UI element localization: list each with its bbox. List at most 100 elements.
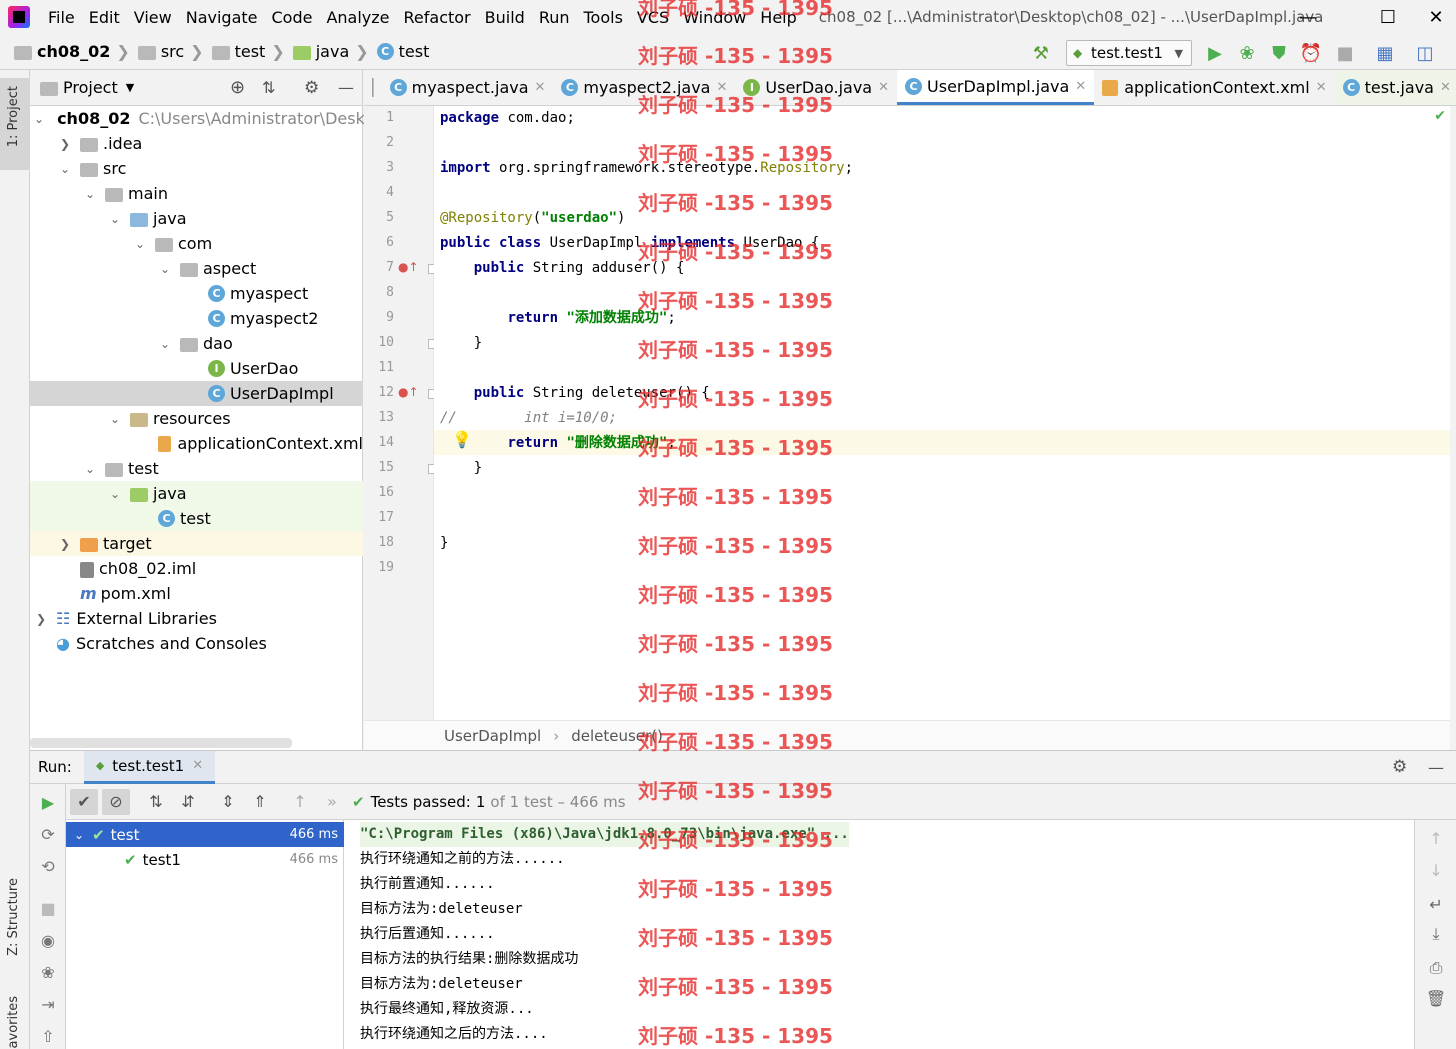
- menu-code[interactable]: Code: [272, 8, 313, 27]
- console-output[interactable]: "C:\Program Files (x86)\Java\jdk1.8.0_73…: [344, 820, 1414, 1049]
- close-window-icon[interactable]: ✕: [1416, 4, 1456, 30]
- close-tab-icon[interactable]: ✕: [716, 80, 727, 95]
- project-structure-icon[interactable]: ▦: [1374, 42, 1396, 64]
- code-line-15[interactable]: }: [440, 456, 482, 481]
- code-line-9[interactable]: return "添加数据成功";: [440, 306, 675, 331]
- project-view-selector[interactable]: Project: [63, 78, 118, 97]
- code-line-3[interactable]: import org.springframework.stereotype.Re…: [440, 156, 853, 181]
- intention-bulb-icon[interactable]: 💡: [452, 430, 472, 449]
- code-line-10[interactable]: }: [440, 331, 482, 356]
- menu-refactor[interactable]: Refactor: [404, 8, 471, 27]
- chevron-down-icon[interactable]: ⌄: [108, 212, 122, 226]
- tree-node-idea[interactable]: ❯ .idea: [30, 131, 363, 156]
- test-suite-row[interactable]: ⌄ ✔ test 466 ms: [66, 822, 344, 847]
- menu-file[interactable]: File: [48, 8, 75, 27]
- scroll-down-icon[interactable]: ↓: [1424, 858, 1448, 882]
- stop-icon[interactable]: ■: [36, 896, 60, 920]
- debug-gear-icon[interactable]: ❀: [36, 960, 60, 984]
- inspection-ok-icon[interactable]: ✔: [1434, 108, 1446, 124]
- tab-applicationcontext[interactable]: applicationContext.xml ✕: [1094, 70, 1334, 105]
- settings-gear-icon[interactable]: ⚙: [304, 78, 319, 98]
- collapse-all-icon[interactable]: ⇅: [262, 78, 275, 97]
- tree-node-myaspect[interactable]: C myaspect: [30, 281, 363, 306]
- project-tool-window-button[interactable]: 1: Project: [0, 78, 30, 170]
- tree-node-test-class[interactable]: C test: [30, 506, 363, 531]
- chevron-down-icon[interactable]: ⌄: [83, 462, 97, 476]
- tree-node-userdao[interactable]: I UserDao: [30, 356, 363, 381]
- tree-node-userdapimpl[interactable]: C UserDapImpl: [30, 381, 363, 406]
- breadcrumb-test[interactable]: test ❯: [211, 42, 289, 61]
- chevron-down-icon[interactable]: ⌄: [158, 262, 172, 276]
- implements-method-icon[interactable]: ●↑: [398, 385, 419, 399]
- tree-node-aspect[interactable]: ⌄ aspect: [30, 256, 363, 281]
- exit-icon[interactable]: ⇥: [36, 992, 60, 1016]
- chevron-down-icon[interactable]: ⌄: [83, 187, 97, 201]
- toggle-auto-test-icon[interactable]: ⟲: [36, 854, 60, 878]
- tabs-scroll-left[interactable]: │: [364, 70, 382, 105]
- chevron-right-icon[interactable]: ❯: [58, 537, 72, 551]
- close-tab-icon[interactable]: ✕: [878, 80, 889, 95]
- scroll-to-end-icon[interactable]: ⤓: [1424, 922, 1448, 946]
- menu-build[interactable]: Build: [485, 8, 525, 27]
- chevron-down-icon[interactable]: ⌄: [108, 412, 122, 426]
- sort-by-duration-icon[interactable]: ⇵: [174, 789, 202, 815]
- code-line-14[interactable]: return "删除数据成功";: [440, 431, 675, 456]
- code-line-12[interactable]: public String deleteuser() {: [440, 381, 710, 406]
- tree-node-iml[interactable]: ch08_02.iml: [30, 556, 363, 581]
- collapse-all-icon[interactable]: ⇑: [246, 789, 274, 815]
- breadcrumb-method[interactable]: deleteuser(): [571, 727, 663, 745]
- structure-tool-window-button[interactable]: Z: Structure: [6, 878, 21, 956]
- chevron-down-icon[interactable]: ⌄: [133, 237, 147, 251]
- close-tab-icon[interactable]: ✕: [535, 80, 546, 95]
- toggle-panel-icon[interactable]: ◫: [1414, 42, 1436, 64]
- tree-node-external-libraries[interactable]: ❯ ☷ External Libraries: [30, 606, 363, 631]
- camera-icon[interactable]: ◉: [36, 928, 60, 952]
- scroll-up-icon[interactable]: ↑: [1424, 826, 1448, 850]
- more-actions-icon[interactable]: »: [318, 789, 346, 815]
- tree-node-dao[interactable]: ⌄ dao: [30, 331, 363, 356]
- chevron-down-icon[interactable]: ▼: [126, 81, 134, 94]
- tree-node-main[interactable]: ⌄ main: [30, 181, 363, 206]
- menu-navigate[interactable]: Navigate: [186, 8, 258, 27]
- test-case-row[interactable]: ✔ test1 466 ms: [66, 847, 344, 872]
- breadcrumb-project[interactable]: ch08_02 ❯: [14, 42, 134, 61]
- run-tab[interactable]: ◆ test.test1 ✕: [83, 750, 216, 784]
- chevron-right-icon[interactable]: ❯: [58, 137, 72, 151]
- code-line-18[interactable]: }: [440, 531, 448, 556]
- minimize-icon[interactable]: —: [1288, 4, 1328, 30]
- close-tab-icon[interactable]: ✕: [1075, 79, 1086, 94]
- tree-node-pom[interactable]: m pom.xml: [30, 581, 363, 606]
- code-line-13[interactable]: // int i=10/0;: [440, 406, 617, 431]
- close-tab-icon[interactable]: ✕: [192, 758, 203, 773]
- horizontal-scrollbar[interactable]: [30, 738, 292, 748]
- chevron-right-icon[interactable]: ❯: [34, 612, 48, 626]
- tree-node-test-java[interactable]: ⌄ java: [30, 481, 363, 506]
- show-passed-icon[interactable]: ✔: [70, 788, 98, 815]
- expand-all-icon[interactable]: ⇕: [214, 789, 242, 815]
- maximize-icon[interactable]: ☐: [1368, 4, 1408, 30]
- tree-node-com[interactable]: ⌄ com: [30, 231, 363, 256]
- menu-analyze[interactable]: Analyze: [326, 8, 389, 27]
- tree-node-myaspect2[interactable]: C myaspect2: [30, 306, 363, 331]
- show-ignored-icon[interactable]: ⊘: [102, 788, 130, 815]
- favorites-tool-window-button[interactable]: avorites: [6, 996, 21, 1048]
- tree-node-test[interactable]: ⌄ test: [30, 456, 363, 481]
- profile-icon[interactable]: ⏰: [1300, 42, 1322, 64]
- code-line-1[interactable]: package com.dao;: [440, 106, 575, 131]
- locate-file-icon[interactable]: ⊕: [230, 77, 245, 98]
- tree-node-resources[interactable]: ⌄ resources: [30, 406, 363, 431]
- run-icon[interactable]: ▶: [1204, 42, 1226, 64]
- tree-node-src[interactable]: ⌄ src: [30, 156, 363, 181]
- menu-tools[interactable]: Tools: [584, 8, 623, 27]
- menu-help[interactable]: Help: [760, 8, 796, 27]
- debug-icon[interactable]: ❀: [1236, 42, 1258, 64]
- chevron-down-icon[interactable]: ⌄: [58, 162, 72, 176]
- run-configuration-select[interactable]: ◆ test.test1 ▼: [1066, 40, 1192, 66]
- code-editor[interactable]: package com.dao; import org.springframew…: [434, 106, 1450, 720]
- rerun-icon[interactable]: ▶: [36, 790, 60, 814]
- pin-icon[interactable]: ⇧: [36, 1024, 60, 1048]
- breadcrumb-src[interactable]: src ❯: [137, 42, 208, 61]
- hide-panel-icon[interactable]: —: [338, 78, 354, 97]
- tree-node-scratches[interactable]: ◕ Scratches and Consoles: [30, 631, 363, 656]
- breadcrumb-test-class[interactable]: C test: [376, 42, 429, 61]
